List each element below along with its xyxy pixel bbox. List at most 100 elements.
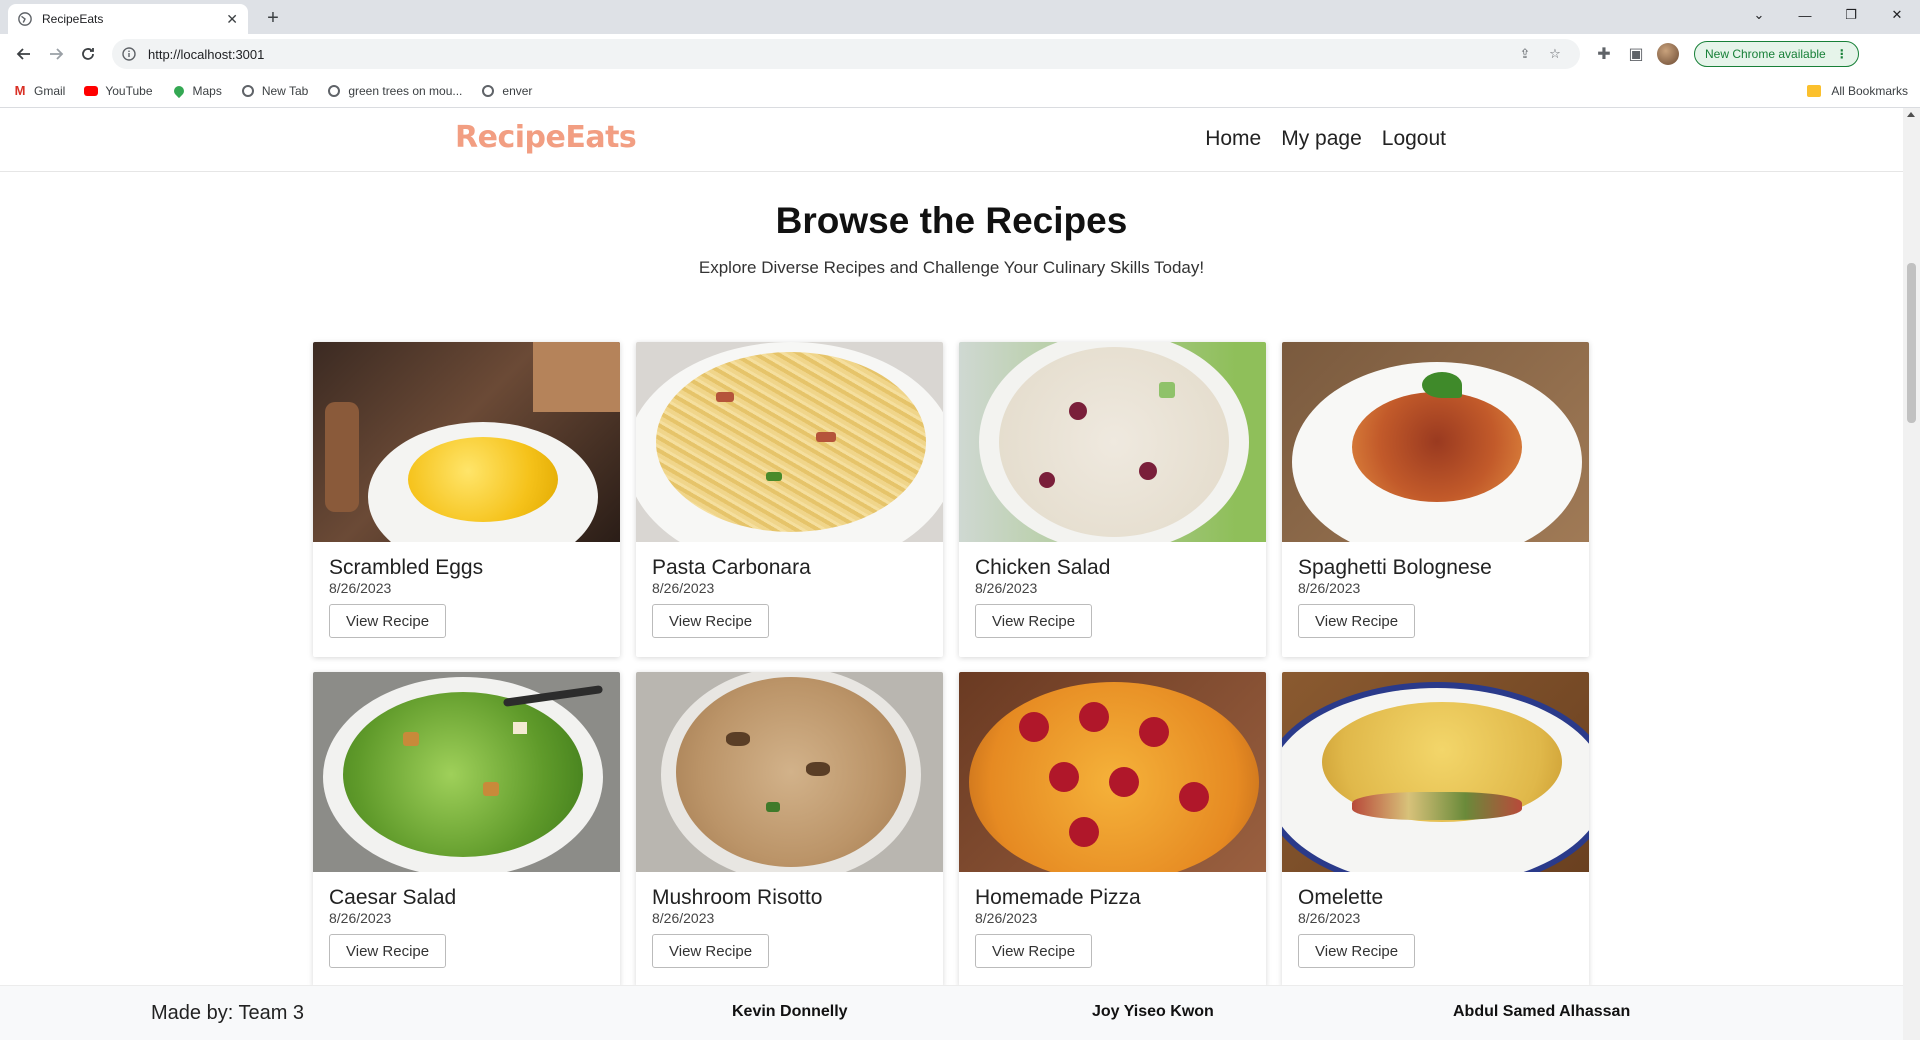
bookmark-label: green trees on mou... — [348, 83, 463, 98]
recipe-date: 8/26/2023 — [1298, 910, 1361, 927]
recipe-date: 8/26/2023 — [652, 580, 715, 597]
view-recipe-button[interactable]: View Recipe — [1298, 604, 1416, 639]
window-controls: ⌄ — ❐ ✕ — [1736, 0, 1920, 30]
bookmark-star-icon[interactable]: ☆ — [1540, 46, 1570, 62]
view-recipe-button[interactable]: View Recipe — [652, 934, 770, 969]
recipe-image — [959, 672, 1266, 872]
maps-pin-icon — [171, 83, 187, 99]
arrow-right-icon — [50, 48, 64, 60]
all-bookmarks[interactable]: All Bookmarks — [1807, 84, 1908, 98]
share-icon[interactable]: ⇪ — [1510, 46, 1540, 62]
close-tab-icon[interactable]: ✕ — [226, 11, 238, 28]
team-member-name: Abdul Samed Alhassan — [1453, 1003, 1631, 1020]
view-recipe-button[interactable]: View Recipe — [975, 934, 1093, 969]
side-panel-icon[interactable]: ▣ — [1620, 38, 1652, 70]
recipe-date: 8/26/2023 — [329, 580, 392, 597]
close-window-button[interactable]: ✕ — [1874, 0, 1920, 30]
profile-avatar[interactable] — [1652, 38, 1684, 70]
bookmarks-bar: M Gmail YouTube Maps New Tab green trees… — [0, 74, 1920, 108]
bookmark-green-trees[interactable]: green trees on mou... — [326, 83, 462, 99]
address-bar[interactable]: http://localhost:3001 ⇪ ☆ — [112, 39, 1580, 69]
new-tab-button[interactable]: + — [260, 5, 286, 31]
recipe-card: Chicken Salad 8/26/2023 View Recipe — [959, 342, 1266, 657]
nav-my-page-link[interactable]: My page — [1281, 127, 1362, 151]
recipe-image — [959, 342, 1266, 542]
browser-tabstrip: RecipeEats ✕ + ⌄ — ❐ ✕ — [0, 0, 1920, 34]
recipe-title: Pasta Carbonara — [652, 556, 811, 579]
recipe-card: Pasta Carbonara 8/26/2023 View Recipe — [636, 342, 943, 657]
youtube-icon — [83, 83, 99, 99]
bookmark-maps[interactable]: Maps — [171, 83, 222, 99]
nav-home-link[interactable]: Home — [1205, 127, 1261, 151]
page-title: Browse the Recipes — [775, 200, 1128, 241]
arrow-left-icon — [16, 48, 30, 60]
forward-button[interactable] — [40, 38, 72, 70]
view-recipe-button[interactable]: View Recipe — [329, 934, 447, 969]
recipe-image — [313, 672, 620, 872]
recipe-card: Homemade Pizza 8/26/2023 View Recipe — [959, 672, 1266, 987]
recipe-image — [636, 342, 943, 542]
recipe-date: 8/26/2023 — [975, 910, 1038, 927]
bookmark-label: Maps — [192, 83, 222, 98]
recipe-title: Mushroom Risotto — [652, 886, 823, 909]
team-member-name: Joy Yiseo Kwon — [1092, 1003, 1214, 1020]
bookmark-label: New Tab — [261, 83, 309, 98]
view-recipe-button[interactable]: View Recipe — [652, 604, 770, 639]
site-logo[interactable]: RecipeEats — [455, 120, 637, 155]
scrollbar-thumb[interactable] — [1907, 263, 1916, 423]
recipe-title: Caesar Salad — [329, 886, 457, 909]
recipe-title: Omelette — [1298, 886, 1384, 909]
bookmark-new-tab[interactable]: New Tab — [240, 83, 308, 99]
gmail-icon: M — [14, 83, 26, 98]
site-info-icon[interactable] — [122, 47, 136, 61]
globe-icon — [18, 12, 32, 26]
bookmark-youtube[interactable]: YouTube — [83, 83, 153, 99]
recipe-image — [1282, 672, 1589, 872]
chrome-update-button[interactable]: New Chrome available ⋮ — [1694, 41, 1859, 67]
recipe-grid: Scrambled Eggs 8/26/2023 View Recipe Pas… — [313, 342, 1593, 987]
globe-icon — [240, 83, 256, 99]
view-recipe-button[interactable]: View Recipe — [1298, 934, 1416, 969]
recipe-date: 8/26/2023 — [329, 910, 392, 927]
made-by-text: Made by: Team 3 — [151, 1002, 305, 1024]
recipe-title: Scrambled Eggs — [329, 556, 484, 579]
globe-icon — [480, 83, 496, 99]
site-footer: Made by: Team 3 Kevin Donnelly Joy Yiseo… — [0, 985, 1903, 1040]
tab-title: RecipeEats — [42, 12, 104, 26]
browser-toolbar: http://localhost:3001 ⇪ ☆ ✚ ▣ New Chrome… — [0, 34, 1920, 74]
more-menu-icon[interactable]: ⋮ — [1836, 47, 1848, 61]
tab-search-icon[interactable]: ⌄ — [1736, 0, 1782, 30]
nav-logout-link[interactable]: Logout — [1382, 127, 1446, 151]
page-subtitle: Explore Diverse Recipes and Challenge Yo… — [698, 258, 1205, 277]
site-nav: Home My page Logout — [1205, 127, 1446, 151]
bookmark-enver[interactable]: enver — [480, 83, 532, 99]
page-scrollbar[interactable] — [1903, 108, 1920, 1040]
recipe-image — [1282, 342, 1589, 542]
recipe-image — [313, 342, 620, 542]
reload-button[interactable] — [72, 38, 104, 70]
reload-icon — [82, 48, 94, 60]
recipe-image — [636, 672, 943, 872]
team-member-name: Kevin Donnelly — [732, 1003, 848, 1020]
back-button[interactable] — [8, 38, 40, 70]
avatar — [1657, 43, 1679, 65]
scroll-up-arrow-icon[interactable] — [1907, 112, 1915, 117]
recipe-card: Omelette 8/26/2023 View Recipe — [1282, 672, 1589, 987]
minimize-button[interactable]: — — [1782, 0, 1828, 30]
folder-icon — [1807, 84, 1822, 97]
all-bookmarks-label: All Bookmarks — [1831, 83, 1908, 98]
browser-tab[interactable]: RecipeEats ✕ — [8, 4, 248, 34]
recipe-title: Spaghetti Bolognese — [1298, 556, 1492, 579]
view-recipe-button[interactable]: View Recipe — [975, 604, 1093, 639]
extensions-icon[interactable]: ✚ — [1588, 38, 1620, 70]
recipe-card: Caesar Salad 8/26/2023 View Recipe — [313, 672, 620, 987]
restore-button[interactable]: ❐ — [1828, 0, 1874, 30]
recipe-date: 8/26/2023 — [1298, 580, 1361, 597]
bookmark-gmail[interactable]: M Gmail — [12, 83, 66, 99]
recipe-title: Chicken Salad — [975, 556, 1111, 579]
view-recipe-button[interactable]: View Recipe — [329, 604, 447, 639]
url-text[interactable]: http://localhost:3001 — [148, 47, 1510, 62]
recipe-card: Spaghetti Bolognese 8/26/2023 View Recip… — [1282, 342, 1589, 657]
site-header: RecipeEats Home My page Logout — [0, 108, 1903, 172]
bookmark-label: YouTube — [105, 83, 153, 98]
